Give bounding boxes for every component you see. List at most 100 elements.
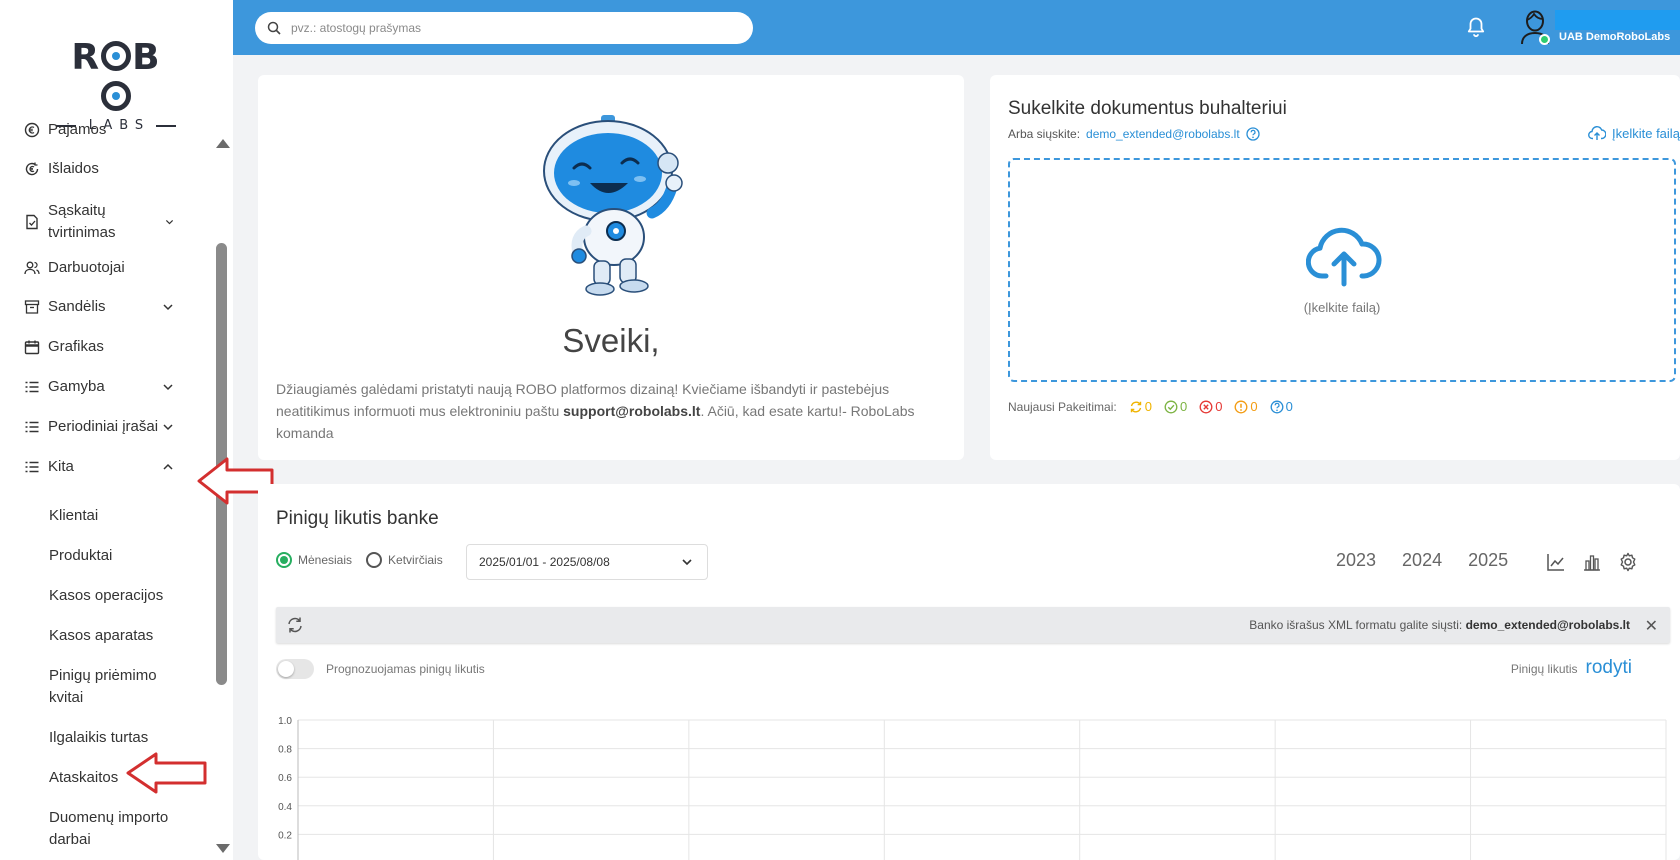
chevron-down-icon[interactable] — [164, 215, 175, 229]
document-check-icon — [24, 214, 40, 230]
sidebar-item-pajamos[interactable]: Pajamos — [0, 119, 205, 141]
changes-question[interactable]: 0 — [1270, 399, 1293, 414]
sidebar-item-saskaitu-tvirtinimas[interactable]: Sąskaitų tvirtinimas — [0, 200, 205, 244]
welcome-title: Sveiki, — [562, 322, 660, 359]
users-icon — [24, 260, 40, 276]
show-balance-link[interactable]: rodyti — [1586, 657, 1632, 679]
sidebar-item-darbuotojai[interactable]: Darbuotojai — [0, 257, 205, 279]
chevron-down-icon[interactable] — [161, 300, 175, 314]
refresh-icon[interactable] — [286, 616, 304, 634]
chart-tools — [1546, 552, 1638, 572]
sidebar-item-label: Sąskaitų tvirtinimas — [48, 202, 116, 241]
chevron-up-icon[interactable] — [161, 460, 175, 474]
year-2024[interactable]: 2024 — [1402, 550, 1442, 571]
search-input[interactable] — [291, 21, 711, 35]
sidebar-item-label: Išlaidos — [48, 160, 99, 177]
warning-circle-icon — [1234, 400, 1248, 413]
sidebar-subitem-kasos-operacijos[interactable]: Kasos operacijos — [49, 585, 199, 607]
sidebar-item-label: Grafikas — [48, 338, 104, 355]
sidebar-item-kita[interactable]: Kita — [0, 456, 205, 478]
sidebar-item-label: Pajamos — [48, 121, 107, 138]
search-box[interactable] — [255, 12, 753, 44]
bar-chart-icon[interactable] — [1582, 552, 1602, 572]
balance-label: Pinigų likutis — [1510, 662, 1578, 676]
chart-y-tick-label: 0.4 — [278, 802, 292, 813]
year-2023[interactable]: 2023 — [1336, 550, 1376, 571]
sidebar-subitem-klientai[interactable]: Klientai — [49, 505, 199, 527]
changes-warning[interactable]: 0 — [1234, 399, 1258, 414]
chart-y-tick-label: 0.2 — [278, 830, 292, 841]
sidebar-subitem-kasos-aparatas[interactable]: Kasos aparatas — [49, 625, 199, 647]
upload-file-link[interactable]: Įkelkite failą — [1588, 125, 1680, 141]
euro-circle-icon — [24, 122, 40, 138]
sidebar-item-label: Periodiniai įrašai — [48, 418, 159, 435]
company-badge[interactable] — [1555, 10, 1680, 30]
changes-pending[interactable]: 0 — [1129, 399, 1152, 414]
send-label: Arba siųskite: — [1008, 127, 1081, 141]
send-email-link[interactable]: demo_extended@robolabs.lt — [1086, 127, 1240, 141]
radio-quarterly[interactable]: Ketvirčiais — [366, 552, 443, 568]
upload-card: Sukelkite dokumentus buhalteriui Arba si… — [990, 75, 1680, 460]
forecast-toggle[interactable] — [276, 659, 314, 679]
chevron-down-icon[interactable] — [161, 380, 175, 394]
cloud-upload-icon — [1588, 126, 1606, 140]
sidebar-item-sandelis[interactable]: Sandėlis — [0, 296, 205, 318]
scroll-down-arrow-icon[interactable] — [216, 844, 230, 853]
chart-y-tick-label: 0.8 — [278, 745, 292, 756]
support-email-link[interactable]: support@robolabs.lt — [563, 403, 700, 419]
sidebar-item-label: Kita — [48, 458, 74, 475]
sidebar-item-label: Gamyba — [48, 378, 105, 395]
upload-email-row: Arba siųskite: demo_extended@robolabs.lt — [1008, 127, 1260, 141]
welcome-card: Sveiki, Džiaugiamės galėdami pristatyti … — [258, 75, 964, 460]
cloud-upload-icon — [1306, 227, 1382, 287]
online-status-dot — [1539, 34, 1550, 45]
year-2025[interactable]: 2025 — [1468, 550, 1508, 571]
company-name[interactable]: UAB DemoRoboLabs — [1559, 31, 1670, 43]
close-icon[interactable]: ✕ — [1645, 616, 1658, 636]
bank-balance-card: Pinigų likutis banke Mėnesiais Ketvirčia… — [258, 484, 1680, 860]
line-chart-icon[interactable] — [1546, 552, 1566, 572]
bank-info-bar: Banko išrašus XML formatu galite siųsti:… — [276, 607, 1670, 643]
chart-y-tick-label: 0.6 — [278, 773, 292, 784]
sidebar-item-gamyba[interactable]: Gamyba — [0, 376, 205, 398]
sidebar-subitem-ilgalaikis-turtas[interactable]: Ilgalaikis turtas — [49, 727, 199, 749]
sidebar-item-periodiniai-irasai[interactable]: Periodiniai įrašai — [0, 416, 205, 438]
help-circle-icon[interactable] — [1246, 127, 1260, 141]
file-dropzone[interactable]: (Įkelkite failą) — [1008, 158, 1676, 382]
bank-title: Pinigų likutis banke — [276, 508, 439, 529]
chevron-down-icon[interactable] — [161, 420, 175, 434]
search-icon — [267, 21, 281, 35]
upload-title: Sukelkite dokumentus buhalteriui — [1008, 98, 1287, 119]
sidebar-subitem-pinigu-priemimo-kvitai[interactable]: Pinigų priėmimo kvitai — [49, 665, 169, 709]
check-circle-icon — [1164, 400, 1178, 413]
changes-label: Naujausi Pakeitimai: — [1008, 399, 1117, 414]
bank-info-email[interactable]: demo_extended@robolabs.lt — [1466, 618, 1630, 632]
scroll-up-arrow-icon[interactable] — [216, 139, 230, 148]
changes-approved[interactable]: 0 — [1164, 399, 1187, 414]
period-radio-group: Mėnesiais Ketvirčiais — [276, 552, 443, 568]
date-range-select[interactable]: 2025/01/01 - 2025/08/08 — [466, 544, 708, 580]
sidebar-subitem-produktai[interactable]: Produktai — [49, 545, 199, 567]
sidebar-item-label: Darbuotojai — [48, 259, 125, 276]
welcome-text: Džiaugiamės galėdami pristatyti naują RO… — [276, 381, 915, 441]
gear-icon[interactable] — [1618, 552, 1638, 572]
sidebar-item-grafikas[interactable]: Grafikas — [0, 336, 205, 358]
sidebar-subitem-duomenu-importo-darbai[interactable]: Duomenų importo darbai — [49, 807, 174, 851]
list-icon — [24, 379, 40, 395]
sidebar-item-islaidos[interactable]: Išlaidos — [0, 158, 205, 180]
radio-monthly[interactable]: Mėnesiais — [276, 552, 352, 568]
forecast-label: Prognozuojamas pinigų likutis — [326, 662, 485, 676]
changes-rejected[interactable]: 0 — [1199, 399, 1222, 414]
sidebar-item-label: Sandėlis — [48, 298, 106, 315]
top-bar: UAB DemoRoboLabs — [233, 0, 1680, 55]
calendar-icon — [24, 339, 40, 355]
forecast-toggle-row: Prognozuojamas pinigų likutis — [276, 659, 485, 679]
euro-refresh-icon — [24, 161, 40, 177]
bank-info-text: Banko išrašus XML formatu galite siųsti:… — [1249, 618, 1630, 632]
year-selector: 2023 2024 2025 — [1336, 550, 1508, 571]
recent-changes: Naujausi Pakeitimai: 0 0 0 0 0 — [1008, 399, 1293, 414]
red-arrow-pointer-icon — [126, 752, 207, 794]
robot-mascot-illustration — [543, 115, 683, 296]
dropzone-label: (Įkelkite failą) — [1303, 300, 1381, 315]
bell-icon[interactable] — [1466, 16, 1486, 38]
